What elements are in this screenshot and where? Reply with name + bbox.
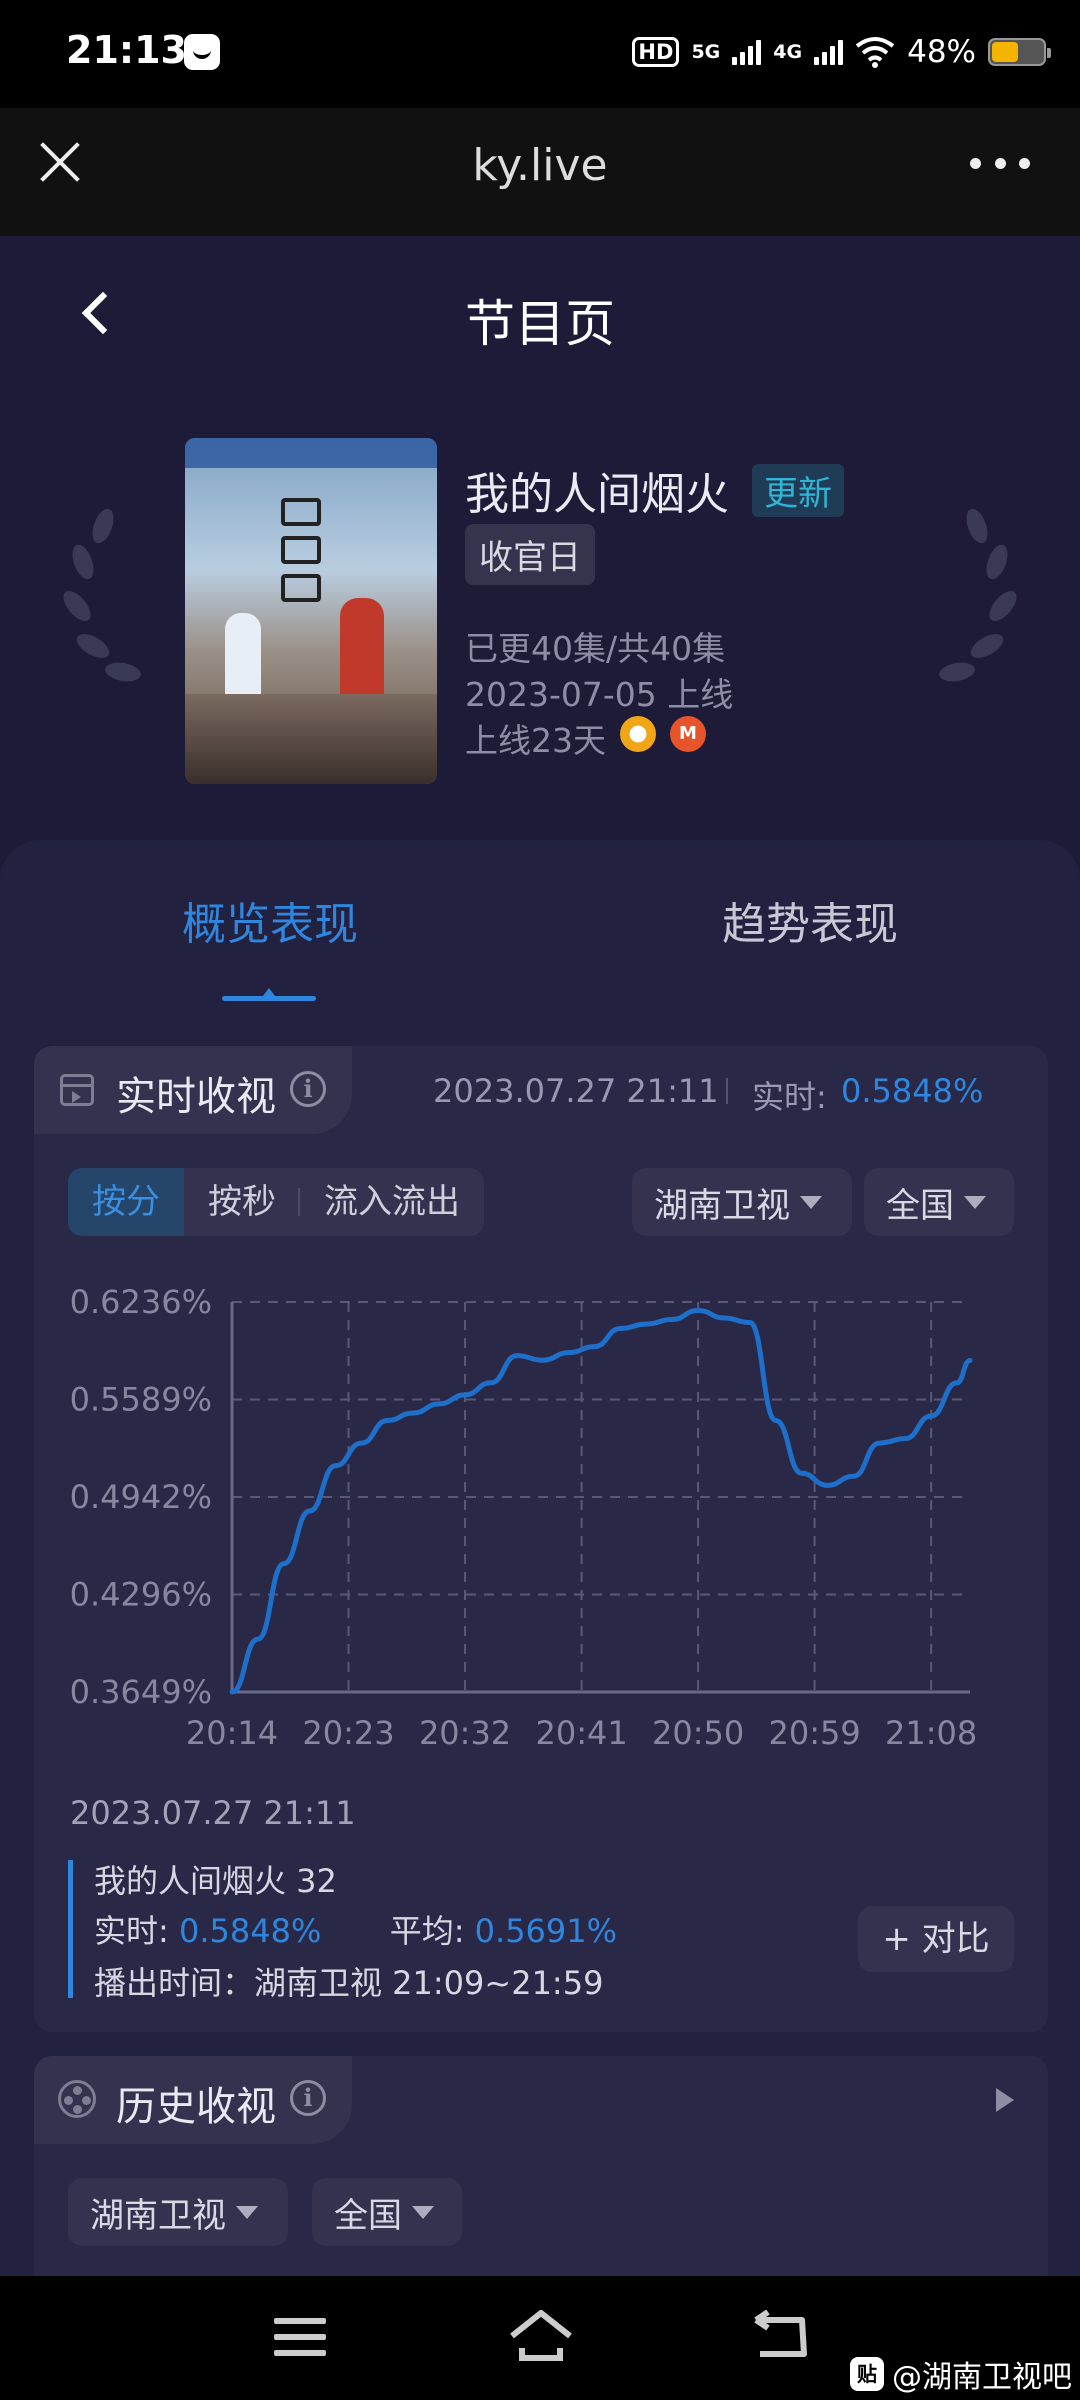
history-title: 历史收视 xyxy=(116,2084,276,2130)
status-indicators: HD 5G 4G 48% xyxy=(632,30,1051,74)
history-region-label: 全国 xyxy=(334,2195,402,2236)
segment-by-minute[interactable]: 按分 xyxy=(68,1168,184,1236)
y-tick-label: 0.3649% xyxy=(70,1673,212,1711)
network-5g-label: 5G xyxy=(691,41,721,63)
battery-percent: 48% xyxy=(907,34,976,70)
tab-overview[interactable]: 概览表现 xyxy=(0,888,540,952)
more-options-icon[interactable] xyxy=(970,158,1030,170)
x-tick-label: 20:50 xyxy=(652,1714,744,1752)
show-name: 我的人间烟火 xyxy=(465,469,729,520)
realtime-datetime: 2023.07.27 21:11 xyxy=(433,1072,719,1110)
history-channel-dropdown[interactable]: 湖南卫视 xyxy=(68,2178,288,2246)
page-title: 节目页 xyxy=(465,295,615,353)
poster-title-art xyxy=(281,498,321,608)
wifi-icon xyxy=(855,37,895,68)
hd-icon: HD xyxy=(632,37,680,67)
battery-fill xyxy=(992,42,1018,62)
info-icon[interactable]: i xyxy=(290,2080,326,2116)
play-icon[interactable] xyxy=(996,2088,1014,2112)
realtime-value: 0.5848% xyxy=(841,1072,984,1110)
show-poster[interactable] xyxy=(185,438,437,784)
poster-logo-band xyxy=(185,438,437,468)
hunan-tv-icon xyxy=(620,716,656,752)
realtime-ratings-chart[interactable]: 0.6236% 0.5589% 0.4942% 0.4296% 0.3649%20:14… xyxy=(40,1260,1040,1780)
platform-icons: M xyxy=(620,716,706,752)
history-region-dropdown[interactable]: 全国 xyxy=(312,2178,462,2246)
segment-by-second[interactable]: 按秒 xyxy=(184,1168,300,1236)
region-dropdown[interactable]: 全国 xyxy=(864,1168,1014,1236)
granularity-segmented-control: 按分 按秒 流入流出 xyxy=(68,1168,484,1236)
watermark-text: @湖南卫视吧 xyxy=(892,2360,1072,2395)
signal-icon xyxy=(732,39,762,65)
selected-datetime: 2023.07.27 21:11 xyxy=(70,1794,356,1832)
caret-down-icon xyxy=(412,2205,434,2219)
y-tick-label: 0.6236% xyxy=(70,1283,212,1321)
x-tick-label: 21:08 xyxy=(885,1714,977,1752)
finale-tag: 收官日 xyxy=(465,524,595,585)
tab-trend[interactable]: 趋势表现 xyxy=(540,888,1080,952)
channel-dropdown[interactable]: 湖南卫视 xyxy=(632,1168,852,1236)
laurel-left-icon xyxy=(58,506,152,708)
selected-program: 我的人间烟火 32 xyxy=(94,1862,337,1900)
x-tick-label: 20:41 xyxy=(535,1714,627,1752)
compare-button[interactable]: + 对比 xyxy=(858,1906,1014,1972)
y-tick-label: 0.4942% xyxy=(70,1478,212,1516)
days-online: 上线23天 xyxy=(465,721,606,760)
selected-average-value: 0.5691% xyxy=(474,1912,618,1950)
status-time: 21:13 xyxy=(66,28,187,72)
segment-inflow-outflow[interactable]: 流入流出 xyxy=(300,1168,484,1236)
realtime-title: 实时收视 xyxy=(116,1074,276,1120)
x-tick-label: 20:32 xyxy=(419,1714,511,1752)
home-icon[interactable] xyxy=(508,2308,574,2364)
laurel-right-icon xyxy=(928,506,1022,708)
calendar-play-icon xyxy=(60,1074,94,1106)
active-tab-indicator xyxy=(222,988,316,1001)
selected-values: 实时: 0.5848% 平均: 0.5691% xyxy=(94,1906,617,1952)
mango-tv-icon: M xyxy=(670,716,706,752)
episode-count: 已更40集/共40集 xyxy=(465,629,726,668)
info-icon[interactable]: i xyxy=(290,1071,326,1107)
series-color-bar xyxy=(68,1860,73,1998)
film-reel-icon xyxy=(58,2080,96,2118)
x-tick-label: 20:23 xyxy=(302,1714,394,1752)
header-divider xyxy=(726,1078,728,1104)
battery-icon xyxy=(988,38,1051,66)
ratings-line xyxy=(229,1307,973,1695)
menu-icon[interactable] xyxy=(274,2318,326,2358)
y-tick-label: 0.4296% xyxy=(70,1576,212,1614)
selected-realtime-label: 实时: xyxy=(94,1912,169,1950)
back-nav-icon[interactable] xyxy=(752,2310,812,2360)
selected-realtime-value: 0.5848% xyxy=(178,1912,322,1950)
tieba-icon: 贴 xyxy=(850,2357,884,2391)
selected-average-label: 平均: xyxy=(389,1912,465,1950)
premiere-date: 2023-07-05 上线 xyxy=(465,675,734,714)
browser-title: ky.live xyxy=(472,140,608,191)
caret-down-icon xyxy=(236,2205,258,2219)
channel-dropdown-label: 湖南卫视 xyxy=(654,1185,790,1226)
poster-rubble xyxy=(185,694,437,784)
region-dropdown-label: 全国 xyxy=(886,1185,954,1226)
history-channel-label: 湖南卫视 xyxy=(90,2195,226,2236)
realtime-label: 实时: xyxy=(752,1078,827,1116)
y-tick-label: 0.5589% xyxy=(70,1381,212,1419)
watermark: 贴 @湖南卫视吧 xyxy=(850,2352,1072,2396)
signal-icon-2 xyxy=(814,39,844,65)
caret-down-icon xyxy=(800,1195,822,1209)
caret-down-icon xyxy=(964,1195,986,1209)
update-badge: 更新 xyxy=(752,464,844,517)
selected-airtime: 播出时间：湖南卫视 21:09~21:59 xyxy=(94,1964,604,2002)
x-tick-label: 20:59 xyxy=(769,1714,861,1752)
network-4g-label: 4G xyxy=(773,41,803,63)
x-tick-label: 20:14 xyxy=(186,1714,278,1752)
notification-app-icon xyxy=(184,34,220,70)
